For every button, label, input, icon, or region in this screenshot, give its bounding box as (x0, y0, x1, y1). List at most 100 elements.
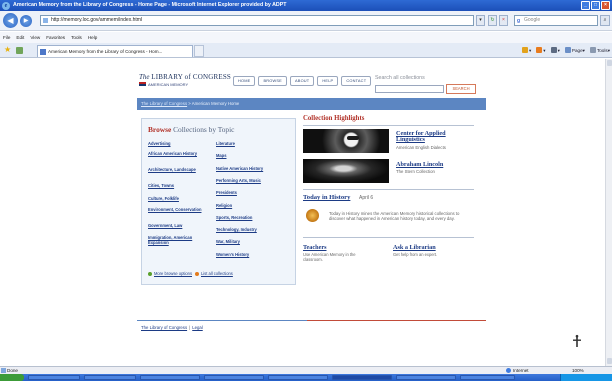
topic-link[interactable]: African American History (148, 151, 208, 156)
topic-link[interactable]: Performing Arts, Music (216, 178, 296, 183)
nav-home-button[interactable]: HOME (233, 76, 256, 86)
lincoln-photo[interactable] (303, 159, 389, 183)
address-bar-row: ◀ ▶ http://memory.loc.gov/ammem/index.ht… (0, 11, 612, 31)
maximize-button[interactable]: □ (591, 1, 600, 10)
nav-browse-button[interactable]: BROWSE (258, 76, 287, 86)
scroll-up-button[interactable] (607, 60, 612, 66)
footer-loc-link[interactable]: The Library of Congress (141, 325, 187, 330)
topic-link[interactable]: Sports, Recreation (216, 215, 296, 220)
linguistics-photo[interactable] (303, 129, 389, 153)
taskbar-item[interactable] (140, 375, 200, 380)
vertical-scrollbar[interactable] (605, 59, 612, 366)
address-dropdown-button[interactable]: ▾ (476, 15, 485, 26)
list-all-collections-link[interactable]: List all collections (195, 271, 233, 276)
zoom-level[interactable]: 100% (572, 367, 584, 374)
browser-tab[interactable]: American Memory from the Library of Cong… (37, 45, 193, 57)
menu-favorites[interactable]: Favorites (46, 32, 65, 43)
breadcrumb-loc-link[interactable]: The Library of Congress (141, 101, 187, 106)
taskbar-item[interactable] (28, 375, 80, 380)
page-icon (564, 47, 571, 53)
taskbar-item[interactable] (396, 375, 456, 380)
minimize-button[interactable]: _ (581, 1, 590, 10)
security-zone: Internet (506, 367, 529, 374)
topic-link[interactable]: Immigration, American Expansion (148, 235, 194, 245)
browse-footer: More browse options List all collections (148, 271, 233, 276)
print-icon (550, 47, 557, 53)
loc-logo[interactable]: The LIBRARY of CONGRESS AMERICAN MEMORY (139, 73, 231, 87)
topic-link[interactable]: Maps (216, 153, 296, 158)
today-in-history-link[interactable]: Today in History (303, 194, 350, 201)
search-collections-input[interactable] (375, 85, 444, 93)
print-command[interactable]: ▾ (550, 46, 560, 55)
topic-link[interactable]: Native American History (216, 166, 296, 171)
topic-link[interactable]: War, Military (216, 239, 296, 244)
search-button[interactable]: SEARCH (446, 84, 476, 94)
highlights-title: Collection Highlights (303, 115, 365, 122)
url-text: http://memory.loc.gov/ammem/index.html (51, 17, 143, 23)
menu-tools[interactable]: Tools (71, 32, 82, 43)
menu-file[interactable]: File (3, 32, 10, 43)
start-button[interactable] (0, 374, 24, 381)
topic-link[interactable]: Presidents (216, 190, 296, 195)
home-command[interactable]: ▾ (521, 46, 531, 55)
stop-button[interactable]: × (499, 15, 508, 26)
topic-link[interactable]: Technology, Industry (216, 227, 296, 232)
green-dot-icon (148, 272, 152, 276)
breadcrumb-separator: > (188, 101, 191, 106)
feeds-command[interactable]: ▾ (536, 46, 546, 55)
topic-link[interactable]: Environment, Conservation (148, 207, 208, 212)
page-viewport: The LIBRARY of CONGRESS AMERICAN MEMORY … (0, 59, 605, 366)
today-description: Today in History mines the American Memo… (329, 211, 460, 221)
window-title-bar: e American Memory from the Library of Co… (0, 0, 612, 11)
topic-link[interactable]: Advertising (148, 141, 208, 146)
topic-link[interactable]: Cities, Towns (148, 183, 208, 188)
topic-link[interactable]: Culture, Folklife (148, 196, 208, 201)
close-window-button[interactable]: × (601, 1, 610, 10)
taskbar-item-active[interactable] (332, 375, 392, 380)
page-command[interactable]: Page▾ (564, 46, 585, 55)
topic-link[interactable]: Religion (216, 203, 296, 208)
footer-legal-link[interactable]: Legal (192, 325, 203, 330)
menu-edit[interactable]: Edit (16, 32, 24, 43)
today-in-history-icon[interactable] (306, 209, 319, 222)
add-favorites-icon[interactable] (16, 47, 23, 54)
topic-link[interactable]: Women's History (216, 252, 296, 257)
refresh-button[interactable]: ↻ (488, 15, 497, 26)
topic-link[interactable]: Literature (216, 141, 296, 146)
nav-help-button[interactable]: HELP (317, 76, 339, 86)
topic-link[interactable]: Architecture, Landscape (148, 167, 208, 172)
highlight-lincoln-link[interactable]: Abraham Lincoln (396, 161, 443, 168)
new-tab-button[interactable] (194, 45, 204, 57)
browser-search-button[interactable]: ⌕ (600, 15, 610, 26)
forward-button[interactable]: ▶ (20, 15, 32, 27)
taskbar-item[interactable] (268, 375, 328, 380)
back-button[interactable]: ◀ (3, 13, 18, 28)
home-icon (521, 47, 528, 53)
ask-librarian-link[interactable]: Ask a Librarian (393, 244, 436, 251)
logo-prefix: The (139, 73, 150, 81)
menu-view[interactable]: View (30, 32, 40, 43)
more-browse-options-link[interactable]: More browse options (148, 271, 192, 276)
orange-dot-icon (195, 272, 199, 276)
favorites-star-icon[interactable]: ★ (4, 46, 11, 54)
footer-separator: | (189, 325, 191, 330)
divider (303, 237, 474, 238)
system-tray[interactable] (560, 374, 612, 381)
divider (303, 189, 474, 190)
status-bar: Done Internet 100% (0, 366, 612, 374)
taskbar-item[interactable] (204, 375, 264, 380)
browser-search-input[interactable]: g Google (514, 15, 598, 26)
address-input[interactable]: http://memory.loc.gov/ammem/index.html (40, 15, 474, 26)
tools-command[interactable]: Tools▾ (589, 46, 610, 55)
browse-title: Browse Collections by Topic (148, 125, 235, 134)
taskbar-item[interactable] (460, 375, 515, 380)
scroll-down-button[interactable] (607, 358, 612, 364)
taskbar-item[interactable] (84, 375, 136, 380)
nav-about-button[interactable]: ABOUT (289, 76, 315, 86)
topic-link[interactable]: Government, Law (148, 223, 208, 228)
menu-help[interactable]: Help (88, 32, 97, 43)
site-nav: HOME BROWSE ABOUT HELP CONTACT (233, 76, 372, 86)
teachers-link[interactable]: Teachers (303, 244, 327, 251)
nav-contact-button[interactable]: CONTACT (341, 76, 372, 86)
highlight-linguistics-link[interactable]: Center for Applied Linguistics (396, 130, 476, 143)
